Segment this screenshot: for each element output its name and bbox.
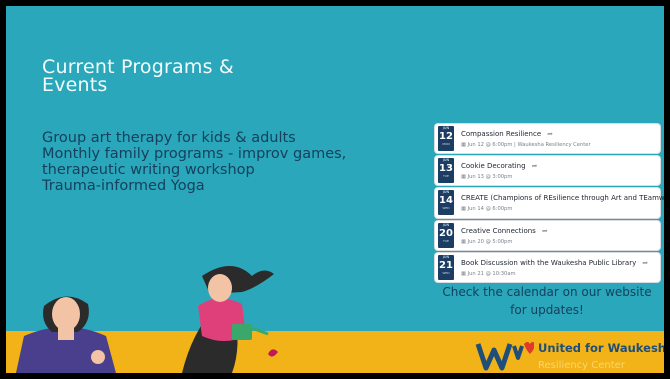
flower (268, 349, 278, 357)
logo-name: United for Waukesha (538, 341, 664, 355)
watering-spout (251, 326, 269, 336)
family-illustration (16, 266, 278, 373)
uw-logo-icon (475, 342, 536, 371)
slide-frame: Current Programs & Events Group art ther… (0, 0, 670, 379)
slide-panel: Current Programs & Events Group art ther… (6, 6, 664, 373)
logo-subtitle: Resiliency Center (538, 360, 625, 371)
woman-face (52, 297, 80, 331)
organization-logo[interactable]: United for Waukesha Resiliency Center (474, 338, 664, 373)
woman-neck (58, 328, 74, 340)
watering-can (232, 324, 252, 340)
girl-face (208, 274, 232, 302)
woman-hand (91, 350, 105, 364)
